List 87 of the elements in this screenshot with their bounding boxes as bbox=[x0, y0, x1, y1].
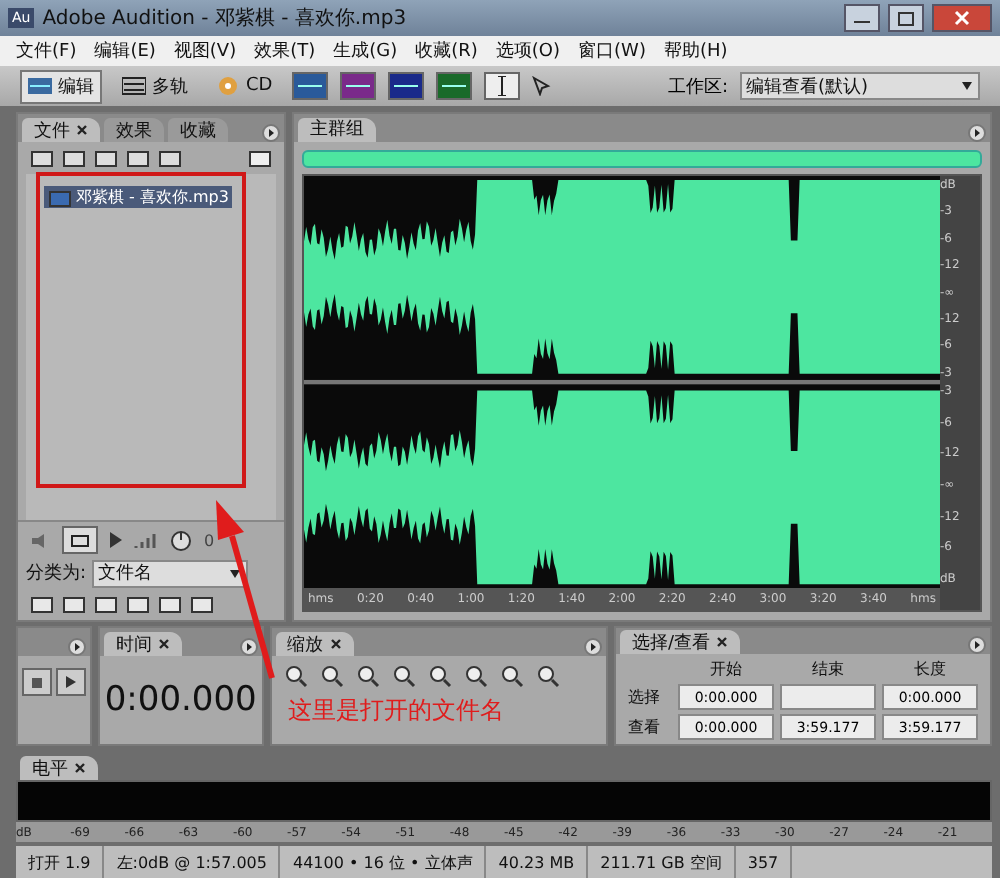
menu-item[interactable]: 编辑(E) bbox=[94, 38, 156, 64]
panel-tab[interactable]: 电平 bbox=[20, 756, 98, 780]
mode-button[interactable]: CD bbox=[208, 69, 281, 103]
status-text: 左:0dB @ 1:57.005 bbox=[104, 846, 281, 878]
panel-tab[interactable]: 文件 bbox=[22, 118, 100, 142]
waveform-icon bbox=[28, 76, 52, 96]
status-text: 357 bbox=[735, 846, 793, 878]
play-icon bbox=[66, 676, 76, 688]
view-button[interactable] bbox=[388, 72, 425, 100]
time-display: 0:00.000 bbox=[102, 678, 259, 724]
text-cursor-icon bbox=[496, 76, 509, 96]
annotation-text: 这里是打开的文件名 bbox=[288, 694, 504, 728]
menu-item[interactable]: 视图(V) bbox=[173, 38, 237, 64]
row-label: 选择 bbox=[628, 686, 662, 708]
status-text: 211.71 GB 空间 bbox=[588, 846, 736, 878]
view-button[interactable] bbox=[436, 72, 473, 100]
panel-menu-icon[interactable] bbox=[968, 123, 986, 142]
close-icon bbox=[158, 638, 170, 650]
zoom-icon bbox=[499, 664, 524, 688]
loop-button[interactable] bbox=[62, 526, 98, 554]
speaker-icon bbox=[30, 531, 50, 549]
close-icon bbox=[329, 638, 342, 650]
panel-menu-icon[interactable] bbox=[68, 638, 86, 656]
panel-menu-icon[interactable] bbox=[239, 638, 258, 656]
maximize-icon bbox=[898, 11, 914, 25]
workspace-label: 工作区: bbox=[667, 75, 728, 99]
caret-icon bbox=[228, 567, 243, 579]
sort-label: 分类为: bbox=[26, 561, 87, 586]
minimize-button[interactable] bbox=[844, 4, 880, 32]
audio-file-icon bbox=[48, 187, 72, 207]
window-title: Adobe Audition - 邓紫棋 - 喜欢你.mp3 bbox=[42, 5, 409, 32]
caret-icon bbox=[960, 80, 974, 92]
zoom-icon bbox=[391, 664, 416, 688]
close-icon bbox=[76, 124, 88, 136]
menu-item[interactable]: 收藏(R) bbox=[415, 38, 478, 64]
panel-tab[interactable]: 缩放 bbox=[275, 632, 354, 656]
close-icon bbox=[954, 10, 970, 26]
panel-menu-icon[interactable] bbox=[584, 638, 602, 656]
zoom-icon bbox=[535, 664, 560, 688]
volume-bars-icon bbox=[134, 531, 158, 549]
time-field[interactable] bbox=[780, 684, 876, 710]
menu-item[interactable]: 选项(O) bbox=[495, 38, 561, 64]
column-header: 结束 bbox=[810, 658, 846, 680]
play-icon bbox=[110, 532, 122, 548]
workspace-dropdown[interactable]: 编辑查看(默认) bbox=[740, 72, 980, 100]
close-button[interactable] bbox=[932, 4, 992, 32]
panel-tab[interactable]: 收藏 bbox=[168, 118, 228, 142]
panel-tab[interactable]: 选择/查看 bbox=[620, 630, 741, 654]
knob-icon bbox=[170, 529, 192, 551]
row-label: 查看 bbox=[628, 716, 662, 738]
mode-button[interactable]: 编辑 bbox=[20, 69, 102, 103]
zoom-icon bbox=[319, 664, 344, 688]
play-button[interactable] bbox=[56, 668, 86, 696]
sort-dropdown[interactable]: 文件名 bbox=[92, 559, 249, 587]
volume-value: 0 bbox=[204, 531, 215, 549]
zoom-icon bbox=[355, 664, 380, 688]
stop-icon bbox=[32, 677, 42, 687]
menu-item[interactable]: 窗口(W) bbox=[578, 38, 646, 64]
view-button[interactable] bbox=[292, 72, 329, 100]
column-header: 长度 bbox=[912, 658, 948, 680]
panel-menu-icon[interactable] bbox=[968, 636, 986, 654]
column-header: 开始 bbox=[708, 658, 744, 680]
menu-item[interactable]: 效果(T) bbox=[254, 38, 316, 64]
menu-item[interactable]: 帮助(H) bbox=[663, 38, 728, 64]
stop-button[interactable] bbox=[22, 668, 52, 696]
menu-item[interactable]: 文件(F) bbox=[16, 38, 77, 64]
file-item[interactable]: 邓紫棋 - 喜欢你.mp3 bbox=[44, 186, 233, 208]
status-text: 40.23 MB bbox=[486, 846, 589, 878]
mode-button[interactable]: 多轨 bbox=[114, 69, 196, 103]
zoom-icon bbox=[283, 664, 308, 688]
close-icon bbox=[716, 636, 729, 648]
zoom-icon bbox=[463, 664, 488, 688]
panel-menu-icon[interactable] bbox=[262, 124, 280, 142]
panel-tab[interactable]: 效果 bbox=[104, 118, 164, 142]
menu-item[interactable]: 生成(G) bbox=[333, 38, 398, 64]
selection-tool-icon bbox=[532, 76, 553, 96]
close-icon bbox=[74, 762, 86, 774]
view-button[interactable] bbox=[340, 72, 377, 100]
panel-tab[interactable]: 主群组 bbox=[298, 117, 376, 142]
panel-tab[interactable]: 时间 bbox=[104, 632, 182, 656]
status-text: 44100 • 16 位 • 立体声 bbox=[280, 846, 487, 878]
cursor-tool-button[interactable] bbox=[484, 72, 521, 100]
disc-icon bbox=[216, 76, 240, 96]
zoom-icon bbox=[427, 664, 452, 688]
maximize-button[interactable] bbox=[888, 4, 924, 32]
tracks-icon bbox=[122, 76, 146, 96]
status-text: 打开 1.9 bbox=[16, 846, 105, 878]
